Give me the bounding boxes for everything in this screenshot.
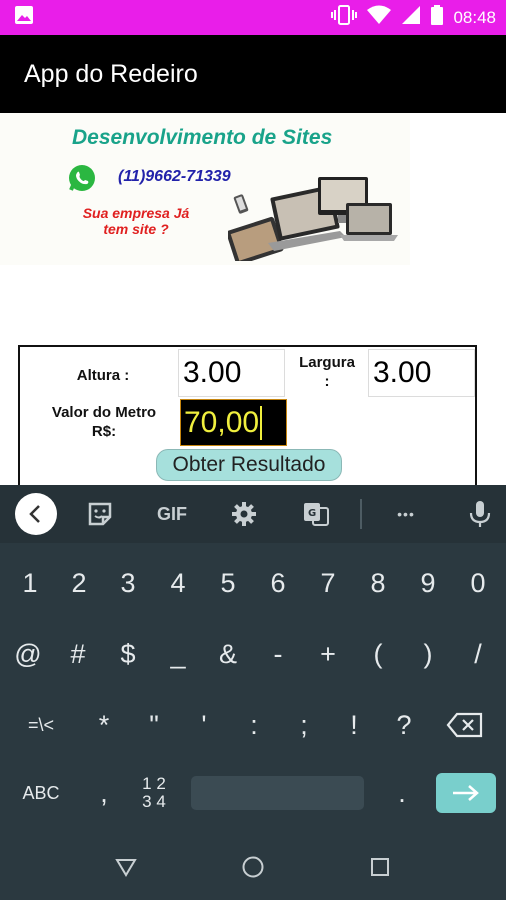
key-open-paren[interactable]: ( xyxy=(362,634,394,674)
arrow-right-icon xyxy=(453,785,479,801)
key-at[interactable]: @ xyxy=(12,634,44,674)
sticker-button[interactable] xyxy=(84,485,116,543)
wifi-icon xyxy=(367,5,392,30)
key-3[interactable]: 3 xyxy=(112,563,144,603)
sticker-icon xyxy=(88,502,112,526)
nav-recents-button[interactable] xyxy=(365,852,395,882)
settings-button[interactable] xyxy=(228,485,260,543)
key-semicolon[interactable]: ; xyxy=(288,705,320,745)
key-underscore[interactable]: _ xyxy=(162,634,194,674)
navigation-bar xyxy=(0,834,506,900)
back-triangle-icon xyxy=(115,859,137,877)
devices-illustration-icon xyxy=(226,173,400,266)
key-slash[interactable]: / xyxy=(462,634,494,674)
voice-input-button[interactable] xyxy=(464,485,496,543)
key-abc[interactable]: ABC xyxy=(14,773,68,813)
largura-label-line1: Largura xyxy=(299,354,355,371)
app-title: App do Redeiro xyxy=(24,59,198,88)
banner-question-line2: tem site ? xyxy=(103,221,169,237)
nav-home-button[interactable] xyxy=(238,852,268,882)
keyboard-toolbar: GIF G ••• xyxy=(0,485,506,543)
banner-ad[interactable]: Desenvolvimento de Sites (11)9662-71339 … xyxy=(0,113,410,266)
altura-input[interactable]: 3.00 xyxy=(178,349,285,397)
backspace-key[interactable] xyxy=(444,705,486,745)
valor-label-line1: Valor do Metro xyxy=(51,404,157,421)
largura-input[interactable]: 3.00 xyxy=(368,349,475,397)
key-2[interactable]: 2 xyxy=(63,563,95,603)
translate-icon: G xyxy=(304,503,329,526)
valor-metro-label: Valor do Metro R$: xyxy=(30,403,178,441)
key-period[interactable]: . xyxy=(386,773,418,813)
keyboard: 1 2 3 4 5 6 7 8 9 0 @ # $ _ & - + ( ) / … xyxy=(0,543,506,834)
whatsapp-icon xyxy=(68,164,96,197)
calc-form: Altura : 3.00 Largura : 3.00 Valor do Me… xyxy=(18,345,477,485)
altura-label: Altura : xyxy=(76,367,130,384)
valor-metro-input[interactable]: 70,00 xyxy=(180,399,287,446)
back-icon xyxy=(15,493,57,535)
banner-question-line1: Sua empresa Já xyxy=(82,205,190,221)
key-symbols-page[interactable]: =\< xyxy=(16,705,66,745)
key-5[interactable]: 5 xyxy=(212,563,244,603)
key-1[interactable]: 1 xyxy=(14,563,46,603)
key-ampersand[interactable]: & xyxy=(212,634,244,674)
recents-square-icon xyxy=(371,858,389,876)
largura-label: Largura : xyxy=(292,353,362,391)
key-double-quote[interactable]: " xyxy=(138,705,170,745)
gear-icon xyxy=(232,502,256,526)
key-dollar[interactable]: $ xyxy=(112,634,144,674)
translate-button[interactable]: G xyxy=(300,485,332,543)
home-circle-icon xyxy=(242,856,264,878)
keyboard-back-button[interactable] xyxy=(14,485,58,543)
numpad-label-bottom: 3 4 xyxy=(142,792,166,811)
image-icon xyxy=(14,5,34,30)
key-single-quote[interactable]: ' xyxy=(188,705,220,745)
key-asterisk[interactable]: * xyxy=(88,705,120,745)
numpad-label-top: 1 2 xyxy=(142,774,166,793)
key-9[interactable]: 9 xyxy=(412,563,444,603)
backspace-icon xyxy=(446,712,483,738)
enter-key[interactable] xyxy=(436,773,496,813)
key-plus[interactable]: + xyxy=(312,634,344,674)
banner-title: Desenvolvimento de Sites xyxy=(72,126,333,149)
signal-icon xyxy=(401,5,421,30)
toolbar-divider xyxy=(360,485,362,543)
key-7[interactable]: 7 xyxy=(312,563,344,603)
key-hash[interactable]: # xyxy=(62,634,94,674)
battery-icon xyxy=(431,5,444,30)
valor-label-line2: R$: xyxy=(91,423,117,440)
vibrate-icon xyxy=(331,5,358,30)
gif-button[interactable]: GIF xyxy=(150,485,194,543)
mic-icon xyxy=(469,501,491,527)
banner-question: Sua empresa Já tem site ? xyxy=(76,205,196,237)
banner-phone: (11)9662-71339 xyxy=(118,168,231,185)
key-minus[interactable]: - xyxy=(262,634,294,674)
key-8[interactable]: 8 xyxy=(362,563,394,603)
more-button[interactable]: ••• xyxy=(390,485,422,543)
svg-text:G: G xyxy=(308,508,316,519)
nav-back-button[interactable] xyxy=(111,852,141,882)
status-bar: 08:48 xyxy=(0,0,506,35)
key-colon[interactable]: : xyxy=(238,705,270,745)
obter-resultado-button[interactable]: Obter Resultado xyxy=(156,449,342,481)
status-time: 08:48 xyxy=(453,7,496,27)
key-exclamation[interactable]: ! xyxy=(338,705,370,745)
space-key[interactable] xyxy=(191,776,364,810)
key-close-paren[interactable]: ) xyxy=(412,634,444,674)
valor-metro-value: 70,00 xyxy=(184,405,260,439)
key-question[interactable]: ? xyxy=(388,705,420,745)
text-cursor xyxy=(260,405,263,440)
app-bar: App do Redeiro xyxy=(0,35,506,113)
largura-label-line2: : xyxy=(324,373,330,390)
key-4[interactable]: 4 xyxy=(162,563,194,603)
key-6[interactable]: 6 xyxy=(262,563,294,603)
key-0[interactable]: 0 xyxy=(462,563,494,603)
key-comma[interactable]: , xyxy=(88,773,120,813)
key-numpad[interactable]: 1 2 3 4 xyxy=(134,773,174,813)
